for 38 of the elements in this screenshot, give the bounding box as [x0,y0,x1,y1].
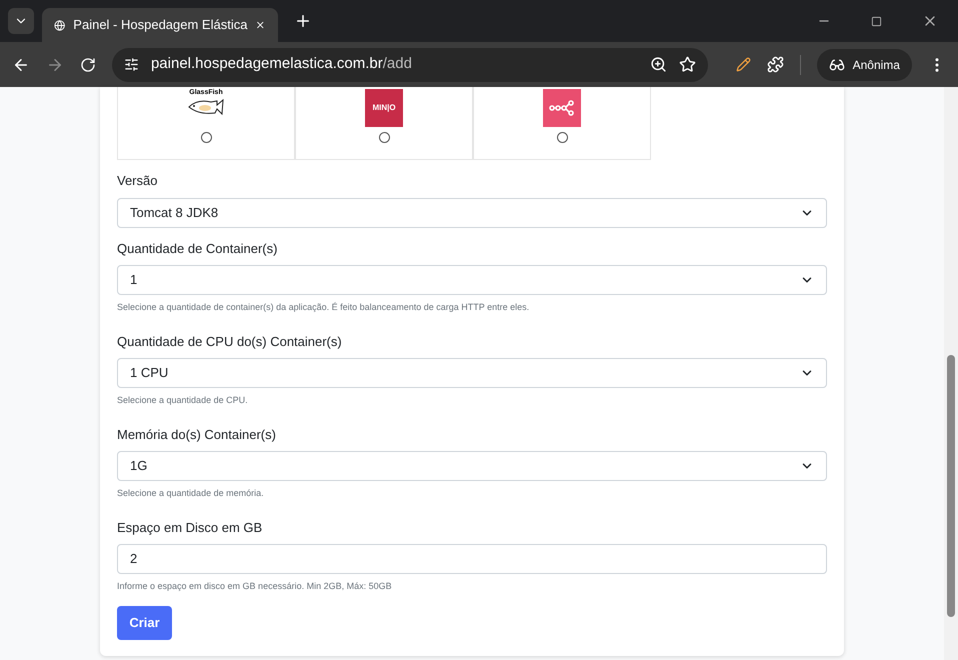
maximize-icon[interactable] [871,16,882,26]
field-label: Memória do(s) Container(s) [117,426,277,444]
input-field[interactable]: 2 [117,544,827,574]
fish-icon [187,97,225,117]
submit-button[interactable]: Criar [117,606,172,640]
tab-list-button[interactable] [8,8,34,34]
select-field[interactable]: 1G [117,451,827,481]
site-info-icon[interactable] [124,57,139,72]
logo-tile: MIN|O [365,89,403,127]
field-label: Espaço em Disco em GB [117,518,264,537]
profile-button[interactable]: Anônima [816,48,912,80]
address-bar[interactable]: painel.hospedagemelastica.com.br/add [112,48,708,82]
extensions-icon[interactable] [766,56,784,73]
globe-icon [54,18,66,32]
radio-button[interactable] [378,132,390,143]
branching-nodes-icon [549,100,575,116]
bookmark-star-icon[interactable] [678,56,696,73]
pencil-icon[interactable] [736,57,751,72]
reload-icon[interactable] [80,56,96,72]
radio-button[interactable] [556,132,568,143]
select-field[interactable]: 1 [117,265,827,295]
help-text: Selecione a quantidade de CPU. [117,394,249,407]
field-label: Quantidade de CPU do(s) Container(s) [117,332,343,351]
browser-tab[interactable]: Painel - Hospedagem Elástica [42,8,278,42]
field-label: Quantidade de Container(s) [117,240,278,258]
option-tile[interactable] [473,87,651,160]
help-text: Selecione a quantidade de container(s) da aplicação. É feito balanceamento de carga HTTP entre eles. [117,301,530,314]
url-text: painel.hospedagemelastica.com.br/add [150,54,413,74]
help-text: Selecione a quantidade de memória. [117,487,265,500]
help-text: Informe o espaço em disco em GB necessário. Min 2GB, Máx: 50GB [117,580,393,593]
field-label: Versão [117,172,158,190]
option-tile[interactable]: MIN|O [295,87,473,160]
radio-button[interactable] [200,132,212,143]
incognito-icon [828,56,845,72]
new-tab-icon[interactable] [294,12,312,30]
select-field[interactable]: 1 CPU [117,358,827,388]
select-field[interactable]: Tomcat 8 JDK8 [117,198,827,228]
zoom-icon[interactable] [650,56,667,73]
